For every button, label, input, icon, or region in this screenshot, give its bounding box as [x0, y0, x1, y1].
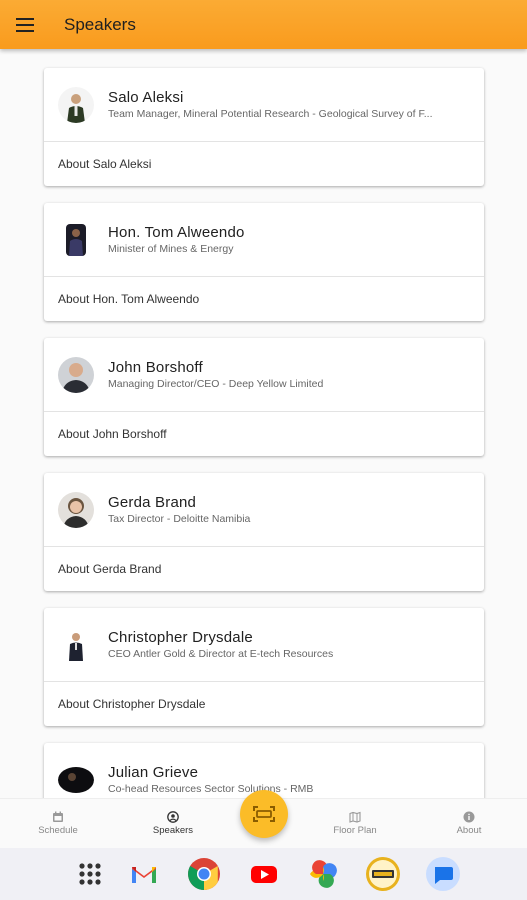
- speaker-header[interactable]: Gerda Brand Tax Director - Deloitte Nami…: [44, 473, 484, 547]
- speaker-header[interactable]: Christopher Drysdale CEO Antler Gold & D…: [44, 608, 484, 682]
- expo-app[interactable]: [364, 855, 402, 893]
- speaker-title: Co-head Resources Sector Solutions - RMB: [108, 782, 314, 795]
- speaker-header[interactable]: John Borshoff Managing Director/CEO - De…: [44, 338, 484, 412]
- about-link[interactable]: About Gerda Brand: [44, 547, 484, 590]
- about-link[interactable]: About Salo Aleksi: [44, 142, 484, 185]
- nav-about[interactable]: About: [434, 811, 504, 836]
- speaker-name: Gerda Brand: [108, 493, 197, 511]
- speaker-header[interactable]: Salo Aleksi Team Manager, Mineral Potent…: [44, 68, 484, 142]
- nav-label: Floor Plan: [333, 825, 377, 836]
- scan-icon: [253, 806, 275, 822]
- avatar: [58, 221, 94, 258]
- speaker-card: Salo Aleksi Team Manager, Mineral Potent…: [44, 68, 484, 186]
- hamburger-icon: [16, 17, 34, 32]
- photos-icon: [310, 860, 337, 888]
- speaker-card: Hon. Tom Alweendo Minister of Mines & En…: [44, 203, 484, 321]
- gmail-app[interactable]: [125, 855, 163, 893]
- avatar: [58, 86, 94, 123]
- about-link[interactable]: About Hon. Tom Alweendo: [44, 277, 484, 320]
- nav-label: About: [456, 825, 482, 836]
- avatar: [58, 356, 94, 393]
- photos-app[interactable]: [304, 855, 342, 893]
- chrome-app[interactable]: [185, 855, 223, 893]
- nav-label: Speakers: [152, 825, 194, 836]
- gmail-icon: [132, 867, 156, 883]
- about-link[interactable]: About Christopher Drysdale: [44, 682, 484, 725]
- youtube-app[interactable]: [245, 855, 283, 893]
- nav-floor-plan[interactable]: Floor Plan: [320, 811, 390, 836]
- map-icon: [349, 811, 361, 823]
- speakers-icon: [167, 811, 179, 823]
- speaker-name: Christopher Drysdale: [108, 628, 253, 646]
- speaker-title: Minister of Mines & Energy: [108, 242, 234, 255]
- speaker-title: Team Manager, Mineral Potential Research…: [108, 107, 433, 120]
- speaker-header[interactable]: Hon. Tom Alweendo Minister of Mines & En…: [44, 203, 484, 277]
- speaker-name: Julian Grieve: [108, 763, 199, 781]
- youtube-icon: [251, 866, 277, 883]
- avatar: [58, 761, 94, 798]
- messages-app[interactable]: [424, 855, 462, 893]
- nav-speakers[interactable]: Speakers: [138, 811, 208, 836]
- info-icon: [463, 811, 475, 823]
- speaker-card: Christopher Drysdale CEO Antler Gold & D…: [44, 608, 484, 726]
- chrome-icon: [188, 858, 220, 890]
- speaker-title: CEO Antler Gold & Director at E-tech Res…: [108, 647, 334, 660]
- nav-label: Schedule: [38, 825, 78, 836]
- speaker-name: Salo Aleksi: [108, 88, 184, 106]
- schedule-icon: [53, 811, 63, 822]
- app-drawer-icon: [79, 863, 101, 885]
- speaker-title: Tax Director - Deloitte Namibia: [108, 512, 251, 525]
- nav-schedule[interactable]: Schedule: [23, 811, 93, 836]
- menu-button[interactable]: [0, 0, 50, 49]
- speaker-name: Hon. Tom Alweendo: [108, 223, 245, 241]
- speaker-card: John Borshoff Managing Director/CEO - De…: [44, 338, 484, 456]
- speaker-list: Salo Aleksi Team Manager, Mineral Potent…: [44, 68, 484, 878]
- speaker-card: Gerda Brand Tax Director - Deloitte Nami…: [44, 473, 484, 591]
- page-title: Speakers: [64, 14, 136, 34]
- speaker-name: John Borshoff: [108, 358, 203, 376]
- messages-icon: [426, 857, 460, 891]
- scan-fab[interactable]: [240, 790, 288, 838]
- speaker-title: Managing Director/CEO - Deep Yellow Limi…: [108, 377, 324, 390]
- expo-logo-icon: [366, 857, 400, 891]
- avatar: [58, 626, 94, 663]
- about-link[interactable]: About John Borshoff: [44, 412, 484, 455]
- avatar: [58, 491, 94, 528]
- system-dock: [0, 848, 527, 900]
- app-drawer-button[interactable]: [71, 855, 109, 893]
- app-bar: Speakers: [0, 0, 527, 49]
